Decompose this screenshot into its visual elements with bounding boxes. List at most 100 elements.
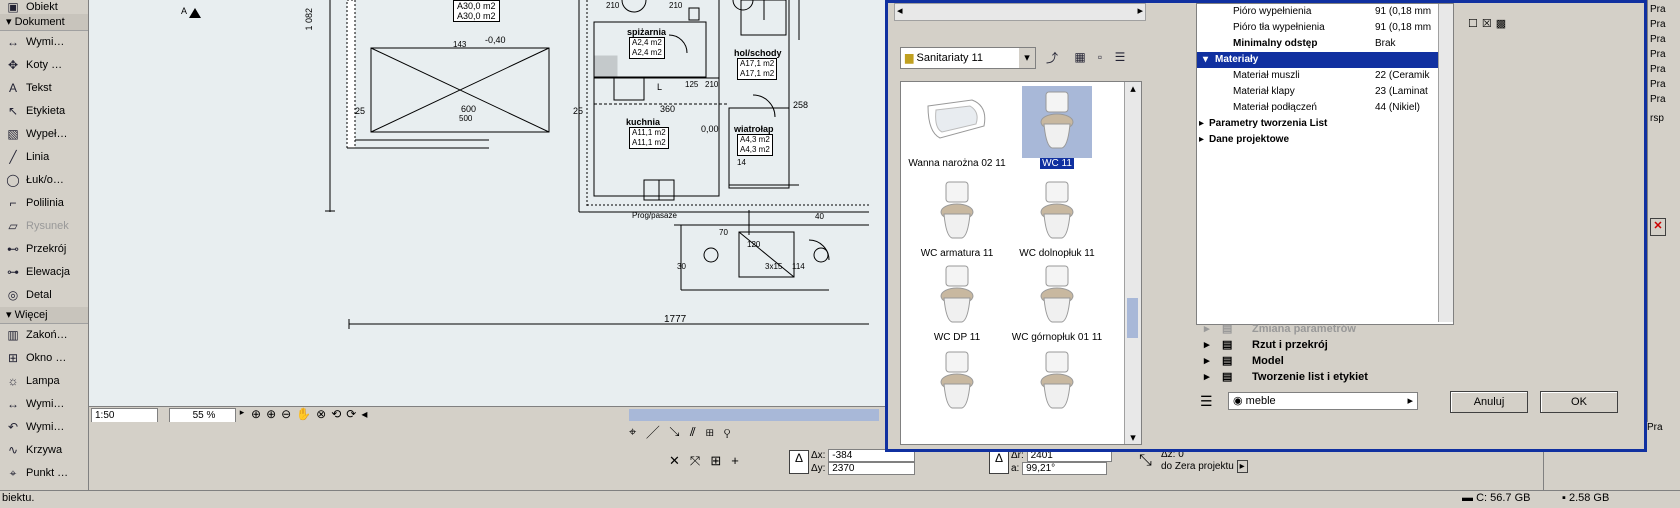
library-object[interactable]: WC armatura 11 bbox=[907, 176, 1007, 259]
offset-icon[interactable]: ⤧ bbox=[690, 453, 710, 468]
expand-arrow-icon[interactable]: ▸ bbox=[1199, 132, 1204, 148]
floor-plan-canvas[interactable]: A 1 082 A30,0 m2 A30,0 m2 210 210 -0,40 … bbox=[89, 0, 885, 422]
close-red-icon[interactable]: ✕ bbox=[1650, 218, 1666, 236]
guide-line-icon[interactable]: ╱ bbox=[646, 424, 669, 439]
previous-zoom-icon[interactable]: ⟲ bbox=[331, 407, 346, 421]
settings-section-header[interactable]: ▸ ▤ Zmiana parametrów bbox=[1196, 321, 1626, 337]
toolbox-item-curve[interactable]: ∿ Krzywa bbox=[0, 439, 88, 462]
settings-section-header[interactable]: ▸ ▤ Model bbox=[1196, 353, 1626, 369]
parameter-value[interactable]: 22 (Ceramik bbox=[1375, 68, 1429, 84]
grid-icon[interactable]: ⊞ bbox=[710, 453, 731, 468]
scroll-up-arrow-icon[interactable]: ▴ bbox=[1125, 82, 1141, 95]
zoom-in-icon[interactable]: ⊕ bbox=[266, 407, 281, 421]
option-cross-icon[interactable]: ☒ bbox=[1482, 18, 1496, 30]
folder-up-icon[interactable]: ⤴ bbox=[1042, 47, 1062, 67]
toolbox-section-document[interactable]: ▾ Dokument bbox=[0, 14, 88, 31]
toolbox-item-section[interactable]: ⊷ Przekrój bbox=[0, 238, 88, 261]
delta-toggle-2[interactable]: Δ bbox=[989, 450, 1009, 474]
ok-button[interactable]: OK bbox=[1540, 391, 1618, 413]
toolbox-item-object[interactable]: ▣ Obiekt bbox=[0, 0, 88, 14]
navigation-tools[interactable]: ⊕⊕⊖✋⊗⟲⟳◂ bbox=[251, 407, 372, 421]
fit-window-icon[interactable]: ⊗ bbox=[316, 407, 331, 421]
parameter-value[interactable]: 44 (Nikiel) bbox=[1375, 100, 1420, 116]
grid-snap-icon[interactable]: ⊞ bbox=[706, 424, 724, 439]
parameter-row[interactable]: Pióro wypełnienia 91 (0,18 mm bbox=[1197, 4, 1453, 20]
scroll-thumb[interactable] bbox=[1127, 298, 1138, 338]
toolbox-item-level-dimension[interactable]: ✥ Koty … bbox=[0, 54, 88, 77]
snap-filter-icon[interactable]: ⌖ bbox=[629, 424, 646, 439]
toolbox-item-dimension[interactable]: ↔ Wymi… bbox=[0, 31, 88, 54]
parameter-value[interactable]: 91 (0,18 mm bbox=[1375, 4, 1431, 20]
parameter-row[interactable]: Materiał muszli 22 (Ceramik bbox=[1197, 68, 1453, 84]
reference-menu-arrow-icon[interactable]: ▸ bbox=[1236, 460, 1248, 473]
scroll-left-icon[interactable]: ◂ bbox=[361, 407, 372, 421]
collapse-arrow-icon[interactable]: ▾ bbox=[1203, 52, 1208, 68]
magic-wand-icon[interactable]: ⚲ bbox=[724, 424, 740, 439]
view-thumbnails-icon[interactable]: ▦ bbox=[1070, 47, 1090, 67]
parallel-icon[interactable]: ⫽ bbox=[690, 424, 706, 439]
parameter-row[interactable]: Minimalny odstęp Brak bbox=[1197, 36, 1453, 52]
parameter-value[interactable]: Brak bbox=[1375, 36, 1396, 52]
toolbox-item-polyline[interactable]: ⌐ Polilinia bbox=[0, 192, 88, 215]
reference-level[interactable]: do Zera projektu bbox=[1161, 461, 1234, 472]
library-object[interactable]: WC górnopłuk 01 11 bbox=[1007, 260, 1107, 343]
layer-select[interactable]: ◉ meble ▸ bbox=[1228, 392, 1418, 410]
parameter-value[interactable]: 23 (Laminat bbox=[1375, 84, 1428, 100]
zoom-out-icon[interactable]: ⊖ bbox=[281, 407, 296, 421]
cancel-button[interactable]: Anuluj bbox=[1450, 391, 1528, 413]
option-empty-icon[interactable]: ☐ bbox=[1468, 18, 1482, 30]
library-object[interactable] bbox=[1007, 346, 1107, 418]
settings-section-header[interactable]: ▸ ▤ Rzut i przekrój bbox=[1196, 337, 1626, 353]
horizontal-scrollbar[interactable] bbox=[629, 409, 879, 421]
scroll-down-arrow-icon[interactable]: ▾ bbox=[1125, 431, 1141, 444]
library-object[interactable]: Wanna narożna 02 11 bbox=[907, 86, 1007, 169]
library-grid-scrollbar[interactable]: ▴ ▾ bbox=[1124, 82, 1141, 444]
zoom-menu-arrow-icon[interactable]: ▸ bbox=[235, 407, 249, 422]
dropdown-arrow-icon[interactable]: ▾ bbox=[1019, 48, 1035, 68]
toolbox-item-lamp[interactable]: ☼ Lampa bbox=[0, 370, 88, 393]
expand-arrow-icon[interactable]: ▸ bbox=[1204, 353, 1210, 369]
parameter-value[interactable]: 91 (0,18 mm bbox=[1375, 20, 1431, 36]
parameter-row[interactable]: Materiał podłączeń 44 (Nikiel) bbox=[1197, 100, 1453, 116]
scroll-left-arrow-icon[interactable]: ◂ bbox=[897, 4, 903, 17]
toolbox-item-radial-dimension[interactable]: ↶ Wymi… bbox=[0, 416, 88, 439]
parameter-row[interactable]: ▸ Parametry tworzenia List bbox=[1197, 116, 1453, 132]
expand-arrow-icon[interactable]: ▸ bbox=[1204, 337, 1210, 353]
toolbox-section-more[interactable]: ▾ Więcej bbox=[0, 307, 88, 324]
view-list-icon[interactable]: ☰ bbox=[1110, 47, 1130, 67]
toolbox-item-line[interactable]: ╱ Linia bbox=[0, 146, 88, 169]
parameter-row[interactable]: Pióro tła wypełnienia 91 (0,18 mm bbox=[1197, 20, 1453, 36]
expand-arrow-icon[interactable]: ▸ bbox=[1204, 369, 1210, 385]
toolbox-item-window[interactable]: ⊞ Okno … bbox=[0, 347, 88, 370]
parameter-tree-scrollbar[interactable] bbox=[1438, 4, 1453, 322]
toolbox-item-text[interactable]: A Tekst bbox=[0, 77, 88, 100]
toolbox-item-dimension[interactable]: ↔ Wymi… bbox=[0, 393, 88, 416]
next-zoom-icon[interactable]: ⟳ bbox=[346, 407, 361, 421]
library-object[interactable]: WC DP 11 bbox=[907, 260, 1007, 343]
parameter-row[interactable]: ▾ Materiały bbox=[1197, 52, 1453, 68]
toolbox-item-drawing[interactable]: ▱ Rysunek bbox=[0, 215, 88, 238]
toolbox-item-detail[interactable]: ◎ Detal bbox=[0, 284, 88, 307]
cross-icon[interactable]: ✕ bbox=[669, 453, 690, 468]
toolbox-item-fill[interactable]: ▧ Wypeł… bbox=[0, 123, 88, 146]
zoom-area-icon[interactable]: ⊕ bbox=[251, 407, 266, 421]
expand-arrow-icon[interactable]: ▸ bbox=[1204, 321, 1210, 337]
library-object[interactable] bbox=[907, 346, 1007, 418]
toolbox-item-point[interactable]: ⌖ Punkt … bbox=[0, 462, 88, 485]
parameter-row[interactable]: Materiał klapy 23 (Laminat bbox=[1197, 84, 1453, 100]
toolbox-item-arc[interactable]: ◯ Łuk/o… bbox=[0, 169, 88, 192]
pan-hand-icon[interactable]: ✋ bbox=[296, 407, 316, 421]
toolbox-item-roof-end[interactable]: ▥ Zakoń… bbox=[0, 324, 88, 347]
library-folder-select[interactable]: ▆ Sanitariaty 11 ▾ bbox=[900, 47, 1036, 69]
delta-y-field[interactable]: 2370 bbox=[828, 462, 916, 475]
toolbox-item-elevation[interactable]: ⊶ Elewacja bbox=[0, 261, 88, 284]
library-object[interactable]: WC dolnopłuk 11 bbox=[1007, 176, 1107, 259]
toolbox-item-label[interactable]: ↖ Etykieta bbox=[0, 100, 88, 123]
angle-field[interactable]: 99,21° bbox=[1022, 462, 1108, 475]
parameter-row[interactable]: ▸ Dane projektowe bbox=[1197, 132, 1453, 148]
plus-icon[interactable]: + bbox=[731, 453, 749, 468]
delta-toggle-1[interactable]: Δ bbox=[789, 450, 809, 474]
relative-construction-icon[interactable]: ↘ bbox=[669, 424, 689, 439]
view-small-icon[interactable]: ▫ bbox=[1090, 47, 1110, 67]
settings-section-header[interactable]: ▸ ▤ Tworzenie list i etykiet bbox=[1196, 369, 1626, 385]
